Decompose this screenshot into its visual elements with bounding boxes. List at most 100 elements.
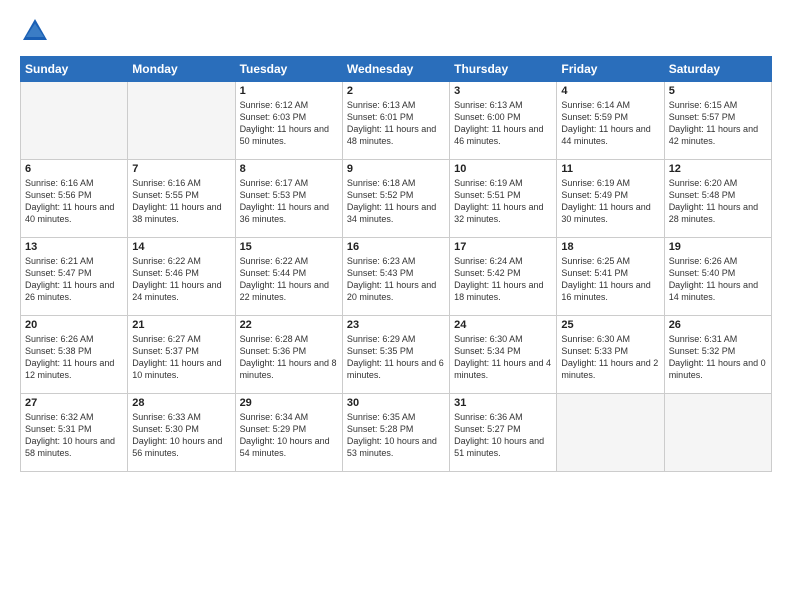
day-number: 1	[240, 85, 338, 97]
day-number: 4	[561, 85, 659, 97]
day-number: 12	[669, 163, 767, 175]
cell-info: Sunrise: 6:24 AMSunset: 5:42 PMDaylight:…	[454, 255, 552, 304]
calendar-cell: 1Sunrise: 6:12 AMSunset: 6:03 PMDaylight…	[235, 82, 342, 160]
calendar-cell: 15 Sunrise: 6:22 AMSunset: 5:44 PMDayligh…	[235, 238, 342, 316]
cell-info: Sunrise: 6:23 AMSunset: 5:43 PMDaylight:…	[347, 255, 445, 304]
day-number: 7	[132, 163, 230, 175]
calendar-cell	[128, 82, 235, 160]
page: SundayMondayTuesdayWednesdayThursdayFrid…	[0, 0, 792, 612]
calendar-cell: 26 Sunrise: 6:31 AMSunset: 5:32 PMDayligh…	[664, 316, 771, 394]
calendar-cell: 25 Sunrise: 6:30 AMSunset: 5:33 PMDayligh…	[557, 316, 664, 394]
calendar-cell: 12 Sunrise: 6:20 AMSunset: 5:48 PMDayligh…	[664, 160, 771, 238]
day-number: 16	[347, 241, 445, 253]
calendar-table: SundayMondayTuesdayWednesdayThursdayFrid…	[20, 56, 772, 472]
calendar-cell: 4 Sunrise: 6:14 AMSunset: 5:59 PMDaylight…	[557, 82, 664, 160]
calendar-cell: 14Sunrise: 6:22 AMSunset: 5:46 PMDayligh…	[128, 238, 235, 316]
cell-info: Sunrise: 6:36 AMSunset: 5:27 PMDaylight:…	[454, 411, 552, 460]
cell-info: Sunrise: 6:22 AMSunset: 5:44 PMDaylight:…	[240, 255, 338, 304]
cell-info: Sunrise: 6:17 AMSunset: 5:53 PMDaylight:…	[240, 177, 338, 226]
cell-info: Sunrise: 6:14 AMSunset: 5:59 PMDaylight:…	[561, 99, 659, 148]
calendar-cell	[21, 82, 128, 160]
day-number: 11	[561, 163, 659, 175]
cell-info: Sunrise: 6:33 AMSunset: 5:30 PMDaylight:…	[132, 411, 230, 460]
day-number: 8	[240, 163, 338, 175]
day-number: 17	[454, 241, 552, 253]
weekday-header: Monday	[128, 57, 235, 82]
day-number: 6	[25, 163, 123, 175]
day-number: 30	[347, 397, 445, 409]
calendar-week-row: 20 Sunrise: 6:26 AMSunset: 5:38 PMDayligh…	[21, 316, 772, 394]
cell-info: Sunrise: 6:32 AMSunset: 5:31 PMDaylight:…	[25, 411, 123, 460]
day-number: 28	[132, 397, 230, 409]
day-number: 18	[561, 241, 659, 253]
cell-info: Sunrise: 6:19 AMSunset: 5:51 PMDaylight:…	[454, 177, 552, 226]
calendar-cell: 18 Sunrise: 6:25 AMSunset: 5:41 PMDayligh…	[557, 238, 664, 316]
day-number: 3	[454, 85, 552, 97]
day-number: 26	[669, 319, 767, 331]
calendar-cell: 7 Sunrise: 6:16 AMSunset: 5:55 PMDaylight…	[128, 160, 235, 238]
calendar-cell: 20 Sunrise: 6:26 AMSunset: 5:38 PMDayligh…	[21, 316, 128, 394]
cell-info: Sunrise: 6:25 AMSunset: 5:41 PMDaylight:…	[561, 255, 659, 304]
calendar-week-row: 27 Sunrise: 6:32 AMSunset: 5:31 PMDayligh…	[21, 394, 772, 472]
weekday-header: Sunday	[21, 57, 128, 82]
cell-info: Sunrise: 6:16 AMSunset: 5:56 PMDaylight:…	[25, 177, 123, 226]
calendar-week-row: 6 Sunrise: 6:16 AMSunset: 5:56 PMDaylight…	[21, 160, 772, 238]
cell-info: Sunrise: 6:26 AMSunset: 5:38 PMDaylight:…	[25, 333, 123, 382]
cell-info: Sunrise: 6:30 AMSunset: 5:34 PMDaylight:…	[454, 333, 552, 382]
calendar-cell: 9Sunrise: 6:18 AMSunset: 5:52 PMDaylight…	[342, 160, 449, 238]
cell-info: Sunrise: 6:29 AMSunset: 5:35 PMDaylight:…	[347, 333, 445, 382]
cell-info: Sunrise: 6:15 AMSunset: 5:57 PMDaylight:…	[669, 99, 767, 148]
calendar-cell: 6 Sunrise: 6:16 AMSunset: 5:56 PMDaylight…	[21, 160, 128, 238]
calendar-cell	[664, 394, 771, 472]
weekday-header: Friday	[557, 57, 664, 82]
calendar-cell: 21 Sunrise: 6:27 AMSunset: 5:37 PMDayligh…	[128, 316, 235, 394]
logo-icon	[20, 16, 50, 46]
day-number: 10	[454, 163, 552, 175]
day-number: 31	[454, 397, 552, 409]
calendar-cell: 8 Sunrise: 6:17 AMSunset: 5:53 PMDaylight…	[235, 160, 342, 238]
day-number: 24	[454, 319, 552, 331]
calendar-week-row: 13Sunrise: 6:21 AMSunset: 5:47 PMDayligh…	[21, 238, 772, 316]
calendar-cell: 5 Sunrise: 6:15 AMSunset: 5:57 PMDaylight…	[664, 82, 771, 160]
day-number: 2	[347, 85, 445, 97]
calendar-cell: 23 Sunrise: 6:29 AMSunset: 5:35 PMDayligh…	[342, 316, 449, 394]
cell-info: Sunrise: 6:18 AMSunset: 5:52 PMDaylight:…	[347, 177, 445, 226]
calendar-cell	[557, 394, 664, 472]
cell-info: Sunrise: 6:28 AMSunset: 5:36 PMDaylight:…	[240, 333, 338, 382]
cell-info: Sunrise: 6:31 AMSunset: 5:32 PMDaylight:…	[669, 333, 767, 382]
calendar-cell: 17 Sunrise: 6:24 AMSunset: 5:42 PMDayligh…	[450, 238, 557, 316]
calendar-cell: 19 Sunrise: 6:26 AMSunset: 5:40 PMDayligh…	[664, 238, 771, 316]
calendar-cell: 30 Sunrise: 6:35 AMSunset: 5:28 PMDayligh…	[342, 394, 449, 472]
day-number: 23	[347, 319, 445, 331]
day-number: 27	[25, 397, 123, 409]
weekday-header: Thursday	[450, 57, 557, 82]
cell-info: Sunrise: 6:35 AMSunset: 5:28 PMDaylight:…	[347, 411, 445, 460]
cell-info: Sunrise: 6:13 AMSunset: 6:00 PMDaylight:…	[454, 99, 552, 148]
weekday-header: Saturday	[664, 57, 771, 82]
day-number: 25	[561, 319, 659, 331]
calendar-cell: 11 Sunrise: 6:19 AMSunset: 5:49 PMDayligh…	[557, 160, 664, 238]
logo	[20, 16, 54, 46]
cell-info: Sunrise: 6:27 AMSunset: 5:37 PMDaylight:…	[132, 333, 230, 382]
cell-info: Sunrise: 6:16 AMSunset: 5:55 PMDaylight:…	[132, 177, 230, 226]
cell-info: Sunrise: 6:20 AMSunset: 5:48 PMDaylight:…	[669, 177, 767, 226]
day-number: 22	[240, 319, 338, 331]
day-number: 19	[669, 241, 767, 253]
cell-info: Sunrise: 6:34 AMSunset: 5:29 PMDaylight:…	[240, 411, 338, 460]
day-number: 13	[25, 241, 123, 253]
day-number: 29	[240, 397, 338, 409]
header	[20, 16, 772, 46]
calendar-cell: 27 Sunrise: 6:32 AMSunset: 5:31 PMDayligh…	[21, 394, 128, 472]
cell-info: Sunrise: 6:13 AMSunset: 6:01 PMDaylight:…	[347, 99, 445, 148]
weekday-header: Tuesday	[235, 57, 342, 82]
day-number: 21	[132, 319, 230, 331]
cell-info: Sunrise: 6:26 AMSunset: 5:40 PMDaylight:…	[669, 255, 767, 304]
cell-info: Sunrise: 6:19 AMSunset: 5:49 PMDaylight:…	[561, 177, 659, 226]
calendar-cell: 29 Sunrise: 6:34 AMSunset: 5:29 PMDayligh…	[235, 394, 342, 472]
calendar-cell: 28 Sunrise: 6:33 AMSunset: 5:30 PMDayligh…	[128, 394, 235, 472]
day-number: 15	[240, 241, 338, 253]
day-number: 20	[25, 319, 123, 331]
day-number: 5	[669, 85, 767, 97]
calendar-cell: 3 Sunrise: 6:13 AMSunset: 6:00 PMDaylight…	[450, 82, 557, 160]
cell-info: Sunrise: 6:30 AMSunset: 5:33 PMDaylight:…	[561, 333, 659, 382]
